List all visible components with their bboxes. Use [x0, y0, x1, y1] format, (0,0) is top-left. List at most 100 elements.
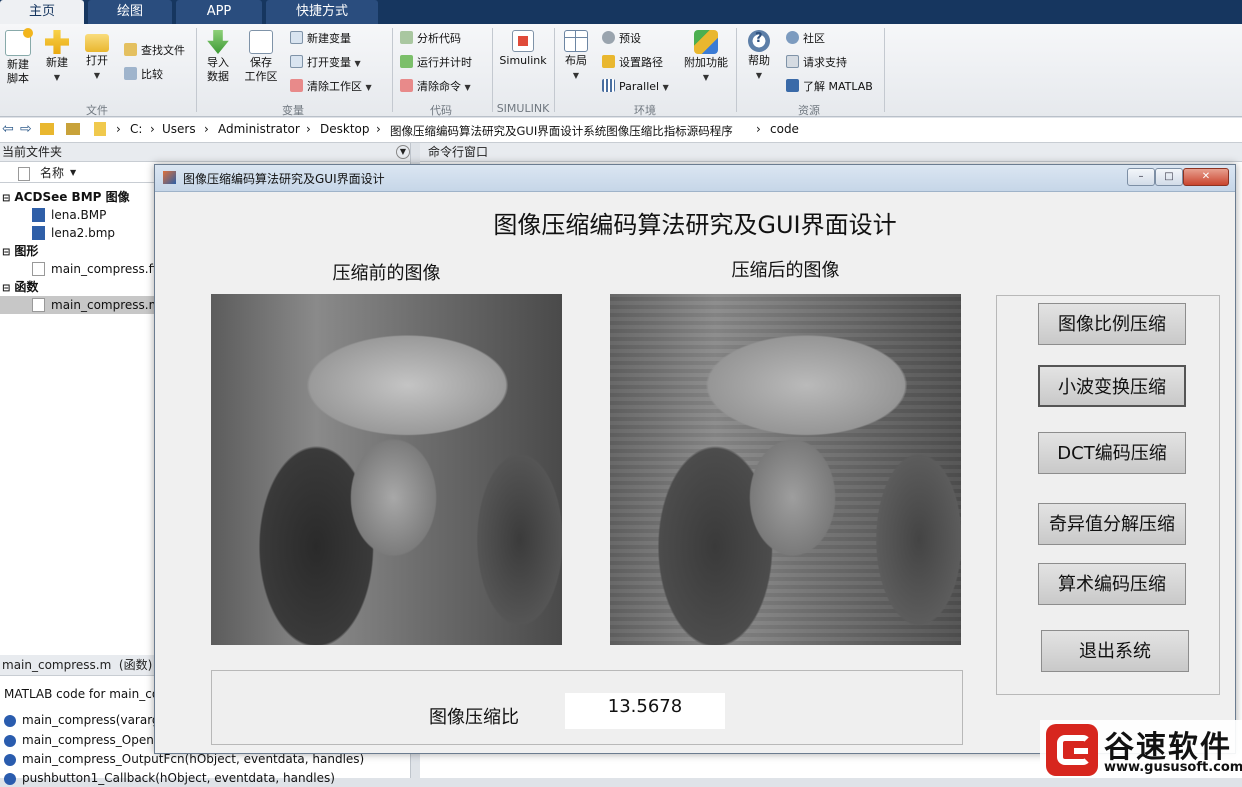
add-ons-button[interactable]: 附加功能 ▼ — [682, 30, 730, 85]
folder-icon — [94, 122, 106, 136]
svd-compress-button[interactable]: 奇异值分解压缩 — [1038, 503, 1186, 545]
command-window-header: 命令行窗口 — [420, 143, 1242, 162]
brand-url: www.gususoft.com — [1104, 760, 1242, 775]
add-ons-label: 附加功能 — [684, 56, 728, 69]
help-button[interactable]: ? 帮助 ▼ — [744, 30, 774, 83]
preferences-button[interactable]: 预设 — [602, 30, 641, 48]
close-button[interactable]: ✕ — [1183, 168, 1229, 186]
tab-shortcuts[interactable]: 快捷方式 — [266, 0, 378, 24]
arithmetic-compress-button[interactable]: 算术编码压缩 — [1038, 563, 1186, 605]
minimize-button[interactable]: – — [1127, 168, 1155, 186]
file-group-label: ACDSee BMP 图像 — [14, 190, 130, 204]
learn-matlab-button[interactable]: 了解 MATLAB — [786, 78, 873, 96]
simulink-label: Simulink — [499, 54, 547, 67]
tab-plots[interactable]: 绘图 — [88, 0, 172, 24]
panel-menu-icon[interactable]: ▼ — [396, 145, 410, 159]
up-folder-icon[interactable] — [40, 123, 54, 135]
path-separator: › — [756, 122, 761, 136]
new-label: 新建 — [46, 56, 68, 69]
simulink-button[interactable]: Simulink — [498, 30, 548, 68]
find-files-button[interactable]: 查找文件 — [124, 42, 185, 60]
folder-icon — [602, 55, 615, 68]
matlab-figure-icon — [163, 171, 176, 184]
compare-icon — [124, 67, 137, 80]
breadcrumb-administrator[interactable]: Administrator — [218, 122, 300, 136]
eraser-icon — [400, 79, 413, 92]
table-icon — [290, 31, 303, 44]
compare-button[interactable]: 比较 — [124, 66, 163, 84]
parallel-button[interactable]: Parallel ▼ — [602, 78, 669, 96]
function-icon — [4, 754, 16, 766]
tab-apps[interactable]: APP — [176, 0, 262, 24]
open-variable-button[interactable]: 打开变量 ▼ — [290, 54, 361, 72]
run-and-time-label: 运行并计时 — [417, 56, 472, 69]
ribbon-separator — [736, 28, 737, 112]
original-image — [211, 294, 562, 645]
run-time-icon — [400, 55, 413, 68]
tab-home[interactable]: 主页 — [0, 0, 84, 24]
support-icon — [786, 55, 799, 68]
import-data-label: 导入 数据 — [207, 56, 229, 83]
new-script-icon — [5, 28, 33, 56]
file-name: main_compress.m — [51, 298, 161, 312]
function-name: main_compress_OutputFcn(hObject, eventda… — [22, 752, 365, 766]
wavelet-compress-button[interactable]: 小波变换压缩 — [1038, 365, 1186, 407]
column-name-header[interactable]: 名称 — [40, 164, 64, 182]
clear-commands-button[interactable]: 清除命令 ▼ — [400, 78, 471, 96]
ribbon-separator — [554, 28, 555, 112]
path-separator: › — [376, 122, 381, 136]
gui-heading: 图像压缩编码算法研究及GUI界面设计 — [493, 211, 897, 239]
chevron-down-icon: ▼ — [572, 71, 580, 80]
breadcrumb-code[interactable]: code — [770, 122, 799, 136]
run-and-time-button[interactable]: 运行并计时 — [400, 54, 472, 72]
import-data-button[interactable]: 导入 数据 — [202, 30, 234, 84]
breadcrumb-c[interactable]: C: — [130, 122, 142, 136]
group-label-simulink: SIMULINK — [496, 102, 550, 115]
fig-file-icon — [32, 262, 45, 276]
compressed-image — [610, 294, 961, 645]
before-image-label: 压缩前的图像 — [332, 263, 441, 284]
breadcrumb-users[interactable]: Users — [162, 122, 196, 136]
save-workspace-button[interactable]: 保存 工作区 — [242, 30, 280, 84]
chevron-down-icon: ▼ — [354, 59, 361, 68]
scale-compress-button[interactable]: 图像比例压缩 — [1038, 303, 1186, 345]
community-button[interactable]: 社区 — [786, 30, 825, 48]
ribbon-tab-strip: 主页 绘图 APP 快捷方式 — [0, 0, 1242, 24]
dct-compress-button[interactable]: DCT编码压缩 — [1038, 432, 1186, 474]
new-button[interactable]: 新建 ▼ — [42, 30, 72, 85]
back-arrow-icon[interactable]: ⇦ — [2, 121, 14, 137]
import-icon — [207, 30, 229, 54]
file-type-icon — [18, 167, 30, 181]
current-folder-address-bar: ⇦ ⇨ › C: › Users › Administrator › Deskt… — [0, 118, 1242, 143]
layout-button[interactable]: 布局 ▼ — [560, 30, 592, 83]
breadcrumb-project-folder[interactable]: 图像压缩编码算法研究及GUI界面设计系统图像压缩比指标源码程序 — [390, 123, 733, 139]
collapse-icon: ⊟ — [2, 283, 11, 294]
layout-label: 布局 — [565, 54, 587, 67]
function-icon — [4, 773, 16, 785]
new-script-button[interactable]: 新建 脚本 — [4, 28, 33, 86]
new-script-label: 新建 脚本 — [7, 58, 29, 85]
new-variable-label: 新建变量 — [307, 32, 351, 45]
set-path-button[interactable]: 设置路径 — [602, 54, 663, 72]
analyze-code-button[interactable]: 分析代码 — [400, 30, 461, 48]
request-support-button[interactable]: 请求支持 — [786, 54, 847, 72]
chevron-down-icon: ▼ — [702, 73, 710, 82]
analyze-code-label: 分析代码 — [417, 32, 461, 45]
ribbon-separator — [392, 28, 393, 112]
browse-folder-icon[interactable] — [66, 123, 80, 135]
open-button[interactable]: 打开 ▼ — [82, 30, 112, 83]
exit-system-button[interactable]: 退出系统 — [1041, 630, 1189, 672]
ribbon-toolstrip: 新建 脚本 新建 ▼ 打开 ▼ 查找文件 比较 文件 导入 数据 保存 工作区 新建… — [0, 24, 1242, 117]
forward-arrow-icon[interactable]: ⇨ — [20, 121, 32, 137]
folder-icon — [85, 34, 109, 52]
function-item[interactable]: pushbutton1_Callback(hObject, eventdata,… — [0, 769, 410, 787]
path-separator: › — [116, 122, 121, 136]
chevron-down-icon: ▼ — [93, 71, 101, 80]
breadcrumb-desktop[interactable]: Desktop — [320, 122, 370, 136]
clear-workspace-button[interactable]: 清除工作区 ▼ — [290, 78, 372, 96]
new-variable-button[interactable]: 新建变量 — [290, 30, 351, 48]
maximize-button[interactable]: □ — [1155, 168, 1183, 186]
current-folder-title: 当前文件夹 — [2, 145, 63, 159]
ribbon-separator — [196, 28, 197, 112]
eraser-icon — [290, 79, 303, 92]
